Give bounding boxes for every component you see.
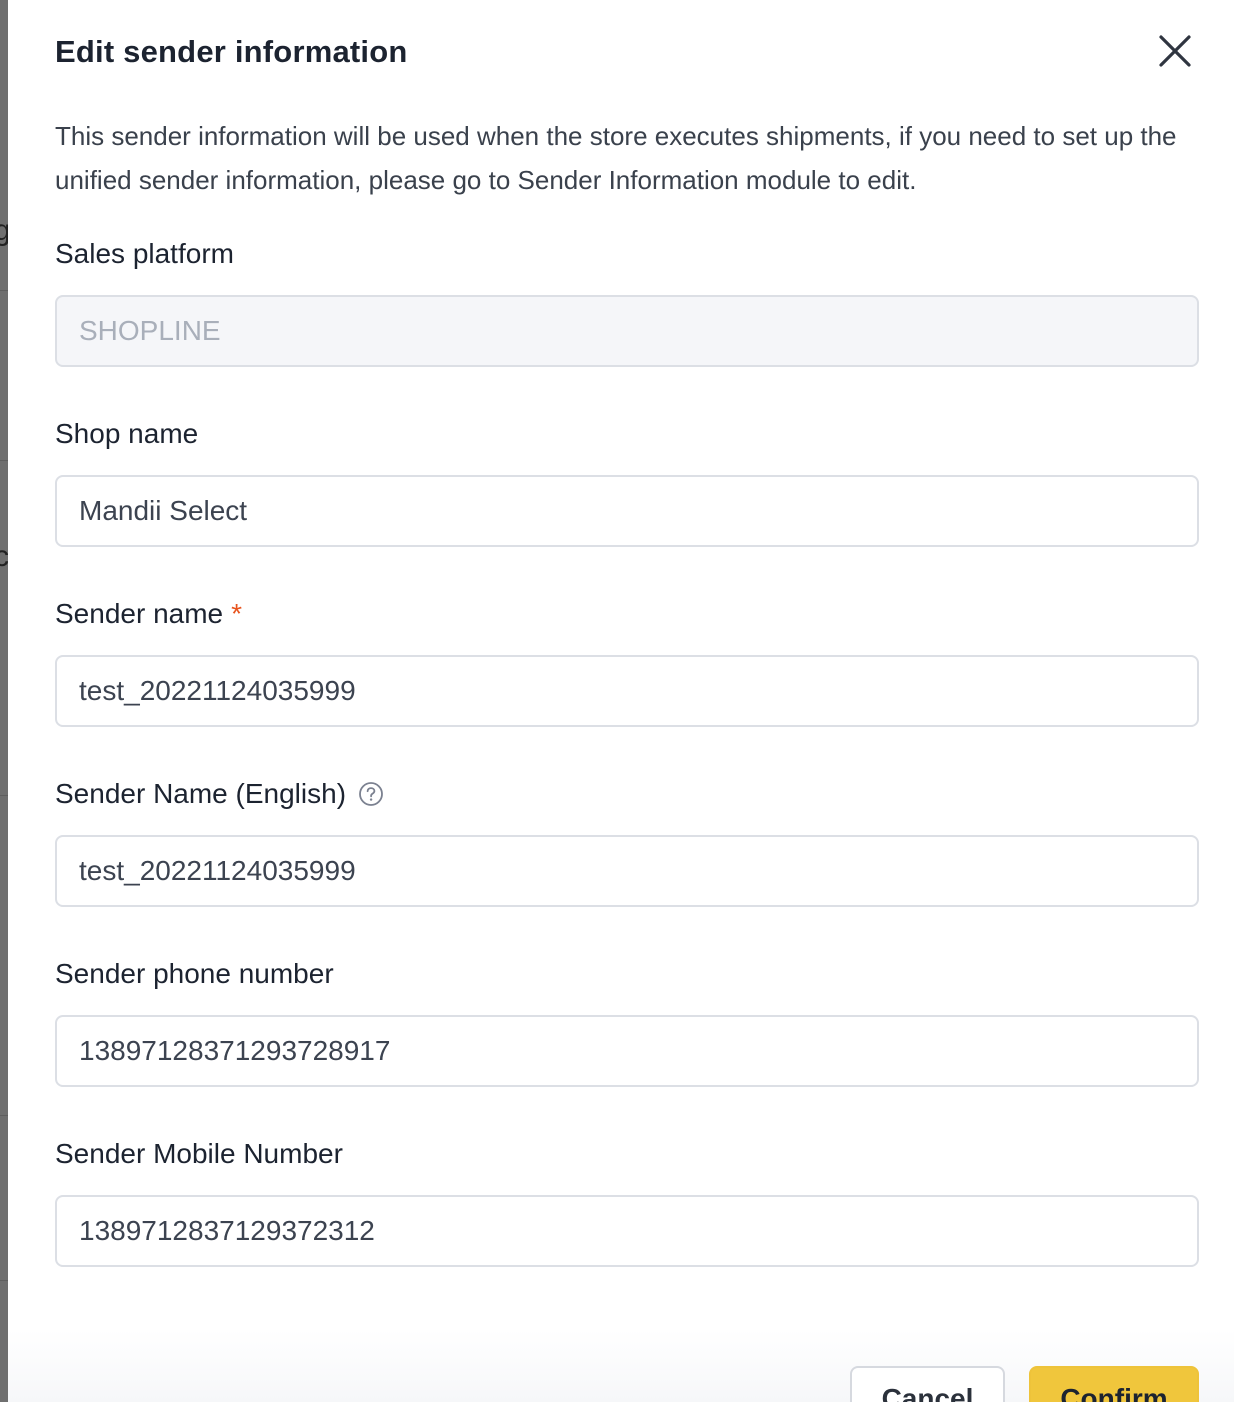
close-icon	[1159, 35, 1191, 67]
background-divider	[0, 460, 8, 461]
page-backdrop	[0, 0, 8, 1402]
sender-phone-field: Sender phone number	[55, 957, 1199, 1087]
background-divider	[0, 290, 8, 291]
dialog-title: Edit sender information	[55, 34, 408, 69]
sales-platform-label: Sales platform	[55, 237, 1199, 271]
sender-name-english-input[interactable]	[55, 835, 1199, 907]
background-divider	[0, 795, 8, 796]
field-label-text: Sender Mobile Number	[55, 1138, 343, 1169]
field-label-text: Sender name	[55, 598, 224, 629]
sender-phone-input[interactable]	[55, 1015, 1199, 1087]
sales-platform-input	[55, 295, 1199, 367]
close-button[interactable]	[1156, 32, 1194, 70]
question-circle-icon[interactable]	[358, 781, 384, 807]
field-label-text: Sales platform	[55, 238, 234, 269]
background-divider	[0, 1280, 8, 1281]
sender-mobile-label: Sender Mobile Number	[55, 1137, 1199, 1171]
shop-name-input[interactable]	[55, 475, 1199, 547]
background-divider	[0, 1115, 8, 1116]
shop-name-label: Shop name	[55, 417, 1199, 451]
edit-sender-dialog: Edit sender information This sender info…	[8, 0, 1234, 1402]
sender-mobile-field: Sender Mobile Number	[55, 1137, 1199, 1267]
sales-platform-field: Sales platform	[55, 237, 1199, 367]
sender-name-english-field: Sender Name (English)	[55, 777, 1199, 907]
sender-name-field: Sender name *	[55, 597, 1199, 727]
field-label-text: Sender phone number	[55, 958, 334, 989]
confirm-button[interactable]: Confirm	[1029, 1366, 1199, 1402]
shop-name-field: Shop name	[55, 417, 1199, 547]
required-asterisk: *	[231, 598, 243, 629]
dialog-description: This sender information will be used whe…	[55, 121, 1177, 195]
sender-name-label: Sender name *	[55, 597, 1199, 631]
field-label-text: Sender Name (English)	[55, 778, 347, 809]
sender-phone-label: Sender phone number	[55, 957, 1199, 991]
sender-name-english-label: Sender Name (English)	[55, 777, 1199, 811]
sender-mobile-input[interactable]	[55, 1195, 1199, 1267]
sender-name-input[interactable]	[55, 655, 1199, 727]
field-label-text: Shop name	[55, 418, 199, 449]
cancel-button[interactable]: Cancel	[850, 1366, 1005, 1402]
